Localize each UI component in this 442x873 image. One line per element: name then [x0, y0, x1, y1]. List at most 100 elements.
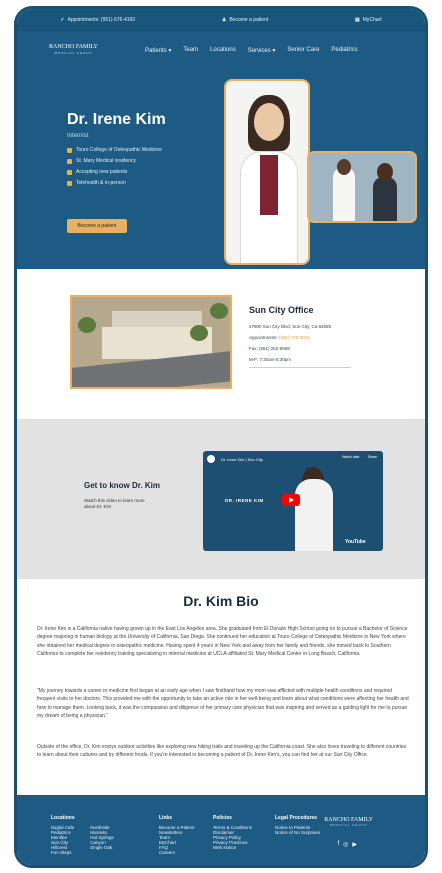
nav-item-services[interactable]: Services ▾	[248, 47, 276, 54]
doctor-with-patient-photo	[307, 151, 417, 223]
become-patient-label: Become a patient	[229, 17, 269, 23]
footer-link[interactable]: Careers	[159, 850, 195, 855]
office-section: Sun City Office 27800 Sun City Blvd, Sun…	[17, 269, 425, 419]
photo-patient-head	[377, 163, 393, 181]
share-button[interactable]: Share	[368, 455, 377, 459]
footer-logo-tagline: MEDICAL GROUP	[329, 823, 368, 827]
bio-section: Dr. Kim Bio Dr. Irene Kim is a Californi…	[17, 579, 425, 795]
bio-paragraph: "My journey towards a career in medicine…	[37, 688, 409, 719]
office-hours: M-F: 7:30am-5:30pm	[249, 357, 292, 362]
office-fax: Fax: (951) 252-8968	[249, 346, 290, 351]
channel-avatar[interactable]	[207, 455, 215, 463]
credential-label: Accepting new patients	[76, 169, 128, 175]
video-title[interactable]: Dr. Irene Kim | Sun City	[221, 457, 263, 462]
bio-paragraph: Dr. Irene Kim is a California native hav…	[37, 626, 408, 657]
footer-policies: Policies Terms & Conditions Disclaimer P…	[213, 815, 252, 850]
bio-paragraph: Outside of the office, Dr. Kim enjoys ou…	[37, 744, 407, 759]
nav-links: Patients ▾ Team Locations Services ▾ Sen…	[145, 47, 358, 54]
portrait-shirt	[260, 155, 278, 215]
footer-link[interactable]: Web Notice	[213, 845, 252, 850]
photo-tree	[78, 317, 96, 333]
footer-location-columns: Digital Cafe Pediatrics Menifee Sun City…	[51, 825, 114, 855]
footer-link[interactable]: Fun Steps	[51, 850, 74, 855]
video-player[interactable]: Dr. Irene Kim | Sun City Watch later Sha…	[203, 451, 383, 551]
footer-heading: Policies	[213, 815, 232, 821]
office-appointments: Appointments: (951) 723-3834	[249, 332, 331, 343]
footer-location-col: Northside Murrieta Hot Springs Canyon Si…	[90, 825, 114, 855]
hospital-icon	[67, 158, 72, 164]
site-logo[interactable]: RANCHO FAMILY MEDICAL GROUP	[49, 44, 98, 56]
youtube-logo[interactable]: YouTube	[345, 539, 366, 545]
nav-item-pediatrics[interactable]: Pediatrics	[331, 47, 357, 54]
credential-label: St. Mary Medical residency	[76, 158, 137, 164]
video-description: Watch this video to learn more about Dr.…	[84, 498, 145, 509]
footer-location-col: Digital Cafe Pediatrics Menifee Sun City…	[51, 825, 74, 855]
video-person	[295, 479, 333, 551]
doctor-name: Dr. Irene Kim	[67, 111, 166, 128]
player-actions: Watch later Share	[342, 455, 377, 459]
doctor-title: Internist	[67, 133, 89, 139]
chart-icon: ▤	[354, 17, 360, 23]
mychart-link[interactable]: ▤ MyChart	[355, 17, 382, 23]
footer-link[interactable]: Notice of No Surprises	[275, 830, 320, 835]
top-utility-bar: ✓ Appointments: (951) 676-4160 ♟ Become a …	[17, 9, 425, 31]
footer-link[interactable]: Single Oak	[90, 845, 114, 850]
watch-later-button[interactable]: Watch later	[342, 455, 360, 459]
nav-item-team[interactable]: Team	[183, 47, 198, 54]
credential-item: St. Mary Medical residency	[67, 158, 162, 164]
credential-label: Telehealth & in-person	[76, 180, 126, 186]
video-section: Get to know Dr. Kim Watch this video to …	[17, 419, 425, 579]
nav-item-patients[interactable]: Patients ▾	[145, 47, 171, 54]
instagram-icon[interactable]: ◎	[343, 841, 348, 848]
office-address: 27800 Sun City Blvd, Sun City, Ca 92585	[249, 324, 331, 329]
play-icon[interactable]	[282, 494, 300, 506]
browser-frame: ✓ Appointments: (951) 676-4160 ♟ Become a …	[14, 6, 428, 868]
divider	[249, 367, 351, 368]
footer-logo[interactable]: RANCHO FAMILY MEDICAL GROUP	[324, 817, 373, 827]
appointments-link[interactable]: ✓ Appointments: (951) 676-4160	[60, 17, 135, 23]
video-overlay-name: DR. IRENE KIM	[225, 498, 264, 503]
footer-links: Links Become a Patient Newsletters Team …	[159, 815, 195, 855]
appointments-label: Appointments:	[249, 335, 278, 340]
bio-heading: Dr. Kim Bio	[183, 593, 259, 609]
hero-section: Dr. Irene Kim Internist Touro College of…	[17, 69, 425, 269]
portrait-face	[254, 103, 284, 141]
footer-heading: Links	[159, 815, 173, 821]
credential-item: Touro College of Osteopathic Medicine	[67, 147, 162, 153]
person-icon: ♟	[221, 17, 227, 23]
become-patient-button[interactable]: Become a patient	[67, 219, 127, 233]
footer-locations: Locations Digital Cafe Pediatrics Menife…	[51, 815, 114, 855]
photo-doctor-head	[337, 159, 351, 175]
credential-label: Touro College of Osteopathic Medicine	[76, 147, 162, 153]
video-heading: Get to know Dr. Kim	[84, 481, 161, 490]
footer-heading: Locations	[51, 815, 75, 821]
become-patient-link[interactable]: ♟ Become a patient	[222, 17, 268, 23]
appointments-label: Appointments: (951) 676-4160	[67, 17, 136, 23]
office-details: 27800 Sun City Blvd, Sun City, Ca 92585 …	[249, 321, 331, 365]
check-icon	[67, 169, 72, 175]
credential-item: Telehealth & in-person	[67, 180, 162, 186]
photo-tree	[190, 325, 208, 341]
social-links: f ◎ ▶	[337, 841, 357, 848]
credential-list: Touro College of Osteopathic Medicine St…	[67, 147, 162, 191]
mychart-label: MyChart	[362, 17, 382, 23]
logo-tagline: MEDICAL GROUP	[54, 51, 93, 55]
facebook-icon[interactable]: f	[337, 841, 339, 848]
main-navbar: RANCHO FAMILY MEDICAL GROUP Patients ▾ T…	[17, 31, 425, 69]
nav-item-locations[interactable]: Locations	[210, 47, 236, 54]
youtube-icon[interactable]: ▶	[352, 841, 357, 848]
nav-item-senior-care[interactable]: Senior Care	[287, 47, 319, 54]
doctor-portrait	[224, 79, 310, 265]
check-icon: ✓	[60, 17, 65, 23]
footer-legal: Legal Procedures Notice to Patients Noti…	[275, 815, 320, 835]
appointments-phone-link[interactable]: (951) 723-3834	[279, 335, 310, 340]
footer-heading: Legal Procedures	[275, 815, 317, 821]
video-icon	[67, 180, 72, 186]
school-icon	[67, 147, 72, 153]
site-footer: Locations Digital Cafe Pediatrics Menife…	[17, 795, 425, 865]
office-building-photo	[70, 295, 232, 389]
photo-patient-figure	[373, 177, 397, 221]
photo-doctor-figure	[333, 167, 355, 221]
office-title: Sun City Office	[249, 305, 314, 315]
credential-item: Accepting new patients	[67, 169, 162, 175]
